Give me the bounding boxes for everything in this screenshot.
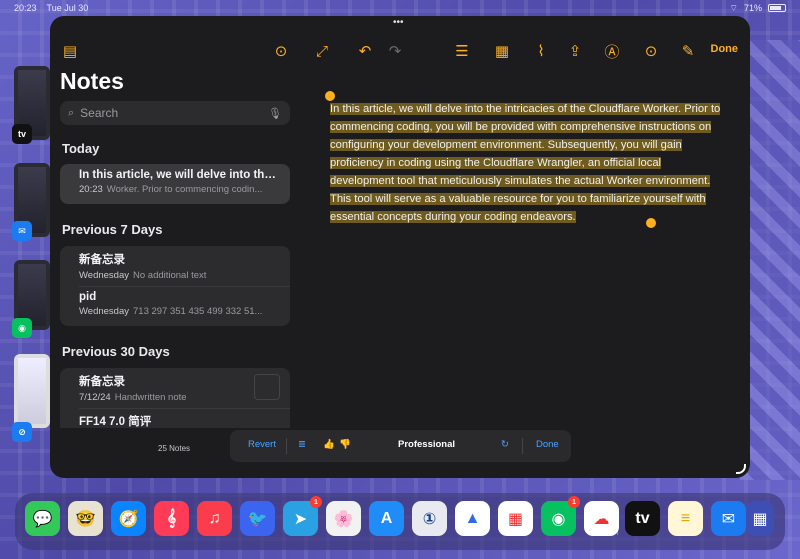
note-thumbnail: [254, 374, 280, 400]
list-item[interactable]: In this article, we will delve into the …: [60, 164, 290, 204]
compose-icon[interactable]: ✎: [677, 40, 699, 62]
today-group: In this article, we will delve into the …: [60, 164, 290, 204]
apple-tv-icon[interactable]: tv: [625, 501, 660, 536]
sidebar: Notes ⌕ Search 🎙 Today In this article, …: [50, 66, 300, 478]
safari-icon[interactable]: 🧭: [111, 501, 146, 536]
music-icon[interactable]: ♫: [197, 501, 232, 536]
more-icon[interactable]: ⊙: [270, 40, 292, 62]
writing-tools-done-button[interactable]: Done: [536, 439, 559, 450]
note-editor[interactable]: In this article, we will delve into the …: [330, 100, 725, 226]
share-icon[interactable]: ⇪: [564, 40, 586, 62]
search-field[interactable]: ⌕ Search 🎙: [60, 101, 290, 125]
battery-percent: 71%: [743, 3, 762, 13]
bird-icon[interactable]: 🐦: [240, 501, 275, 536]
calendar-grid-icon[interactable]: ▦: [498, 501, 533, 536]
more-options-icon[interactable]: ⊙: [640, 40, 662, 62]
resize-handle[interactable]: [736, 464, 746, 474]
list-item[interactable]: FF14 7.0 简评: [60, 408, 290, 428]
month-group: 新备忘录 7/12/24 Handwritten note FF14 7.0 简评: [60, 368, 290, 428]
sidebar-toggle-icon[interactable]: ▤: [59, 40, 81, 62]
revert-button[interactable]: Revert: [248, 439, 276, 450]
section-previous-30-days: Previous 30 Days: [62, 344, 170, 359]
stage-window-safari[interactable]: [14, 354, 50, 428]
notes-icon[interactable]: ≡: [668, 501, 703, 536]
redo-icon[interactable]: ↷: [384, 40, 406, 62]
status-time: 20:23: [14, 3, 37, 13]
selection-end-handle[interactable]: [646, 218, 656, 228]
notes-window: ▤ ⊙ ⤢ ↶ ↷ ☰ ▦ ⌇ ⇪ Ⓐ ⊙ ✎ Done Notes ⌕ Sea…: [50, 16, 750, 478]
toolbar: ▤ ⊙ ⤢ ↶ ↷ ☰ ▦ ⌇ ⇪ Ⓐ ⊙ ✎ Done: [50, 40, 750, 66]
wechat-icon[interactable]: ◉: [12, 318, 32, 338]
list-item[interactable]: 新备忘录 7/12/24 Handwritten note: [60, 368, 290, 408]
cloud-icon[interactable]: ☁: [584, 501, 619, 536]
thumbs-down-icon[interactable]: 👎: [339, 439, 351, 450]
wechat-icon[interactable]: ◉ 1: [541, 496, 580, 536]
safari-icon[interactable]: ⊘: [12, 422, 32, 442]
mail-icon[interactable]: ✉: [711, 501, 746, 536]
undo-icon[interactable]: ↶: [354, 40, 376, 62]
search-icon: ⌕: [68, 106, 75, 119]
photos-icon[interactable]: 🌸: [326, 501, 361, 536]
telegram-badge: 1: [310, 496, 322, 508]
music-score-icon[interactable]: 𝄞: [154, 501, 189, 536]
wechat-badge: 1: [568, 496, 580, 508]
rewrite-icon[interactable]: ↻: [501, 439, 509, 450]
attachment-icon[interactable]: ⌇: [530, 40, 552, 62]
note-count: 25 Notes: [158, 444, 191, 453]
app-library-icon[interactable]: ▦: [746, 501, 774, 536]
mail-icon[interactable]: ✉: [12, 221, 32, 241]
checklist-icon[interactable]: ☰: [451, 40, 473, 62]
table-icon[interactable]: ▦: [491, 40, 513, 62]
window-grip[interactable]: •••: [393, 17, 404, 28]
search-input[interactable]: Search: [80, 106, 118, 120]
expand-icon[interactable]: ⤢: [311, 40, 333, 62]
telegram-icon[interactable]: ➤ 1: [283, 496, 322, 536]
messages-icon[interactable]: 💬: [25, 501, 60, 536]
page-title: Notes: [60, 68, 124, 94]
status-bar: 20:23 Tue Jul 30 ⌔ 71%: [0, 0, 800, 16]
markup-icon[interactable]: Ⓐ: [601, 40, 623, 62]
list-item[interactable]: pid Wednesday 713 297 351 435 499 332 51.…: [60, 286, 290, 326]
dock: 💬 🤓 🧭 𝄞 ♫ 🐦 ➤ 1 🌸 A ① ▲ ▦ ◉ 1 ☁ tv ≡ ✉ ▦: [15, 493, 785, 550]
section-previous-7-days: Previous 7 Days: [62, 222, 163, 237]
wifi-icon: ⌔: [729, 2, 738, 13]
list-item[interactable]: 新备忘录 Wednesday No additional text: [60, 246, 290, 286]
done-button[interactable]: Done: [711, 43, 739, 55]
writing-tools-bar: Revert ≣ 👍 👎 Professional ↻ Done: [230, 430, 571, 462]
selected-text[interactable]: In this article, we will delve into the …: [330, 103, 721, 223]
app-store-icon[interactable]: A: [369, 501, 404, 536]
1password-icon[interactable]: ①: [412, 501, 447, 536]
week-group: 新备忘录 Wednesday No additional text pid Wed…: [60, 246, 290, 326]
tone-label: Professional: [398, 439, 456, 450]
section-today: Today: [62, 141, 100, 156]
status-date: Tue Jul 30: [46, 3, 89, 13]
memoji-icon[interactable]: 🤓: [68, 501, 103, 536]
send-icon[interactable]: ▲: [455, 501, 490, 536]
battery-icon: [768, 4, 786, 12]
apple-tv-icon[interactable]: tv: [12, 124, 32, 144]
thumbs-up-icon[interactable]: 👍: [323, 439, 335, 450]
microphone-icon[interactable]: 🎙: [268, 107, 282, 120]
summary-icon[interactable]: ≣: [298, 439, 306, 450]
